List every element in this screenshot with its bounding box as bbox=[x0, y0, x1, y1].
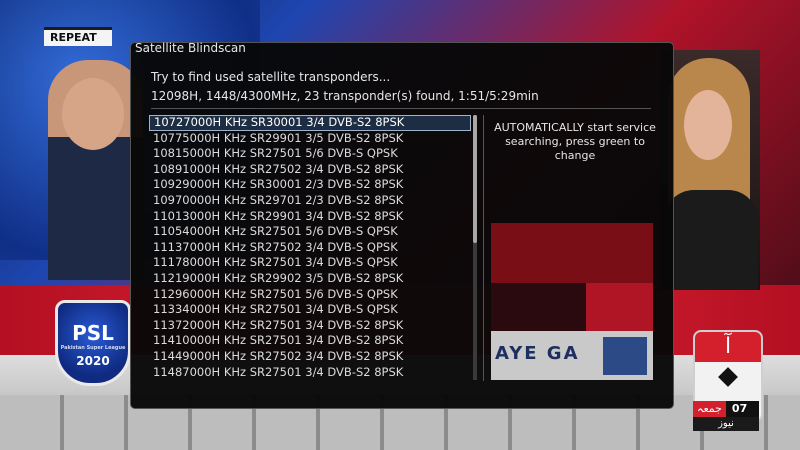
repeat-badge: REPEAT bbox=[44, 27, 112, 46]
preview-banner-text: AYE GA bbox=[495, 343, 580, 364]
transponder-row[interactable]: 11372000H KHz SR27501 3/4 DVB-S2 8PSK bbox=[149, 318, 471, 334]
channel-logo-mid bbox=[695, 362, 761, 392]
diamond-icon bbox=[718, 367, 738, 387]
psl-logo-year: 2020 bbox=[76, 354, 110, 368]
list-scrollbar-thumb[interactable] bbox=[473, 115, 477, 243]
transponder-row-selected[interactable]: 10727000H KHz SR30001 3/4 DVB-S2 8PSK bbox=[149, 115, 471, 131]
transponder-row[interactable]: 11334000H KHz SR27501 3/4 DVB-S QPSK bbox=[149, 302, 471, 318]
transponder-row[interactable]: 11054000H KHz SR27501 5/6 DVB-S QPSK bbox=[149, 224, 471, 240]
scan-message: Try to find used satellite transponders.… bbox=[151, 70, 391, 84]
transponder-row[interactable]: 10775000H KHz SR29901 3/5 DVB-S2 8PSK bbox=[149, 131, 471, 147]
transponder-row[interactable]: 11487000H KHz SR27501 3/4 DVB-S2 8PSK bbox=[149, 365, 471, 381]
header-divider bbox=[151, 108, 651, 109]
transponder-row[interactable]: 11013000H KHz SR29901 3/4 DVB-S2 8PSK bbox=[149, 209, 471, 225]
clock-day: جمعہ bbox=[693, 401, 726, 417]
panel-divider bbox=[483, 115, 484, 381]
male-presenter-head bbox=[62, 78, 124, 150]
transponder-row[interactable]: 10815000H KHz SR27501 5/6 DVB-S QPSK bbox=[149, 146, 471, 162]
transponder-row[interactable]: 11178000H KHz SR27501 3/4 DVB-S QPSK bbox=[149, 255, 471, 271]
dialog-title: Satellite Blindscan bbox=[135, 41, 246, 55]
psl-logo-text: PSL bbox=[72, 321, 114, 345]
channel-logo-top: آ bbox=[695, 332, 761, 362]
channel-clock: جمعہ07 17 bbox=[693, 401, 759, 431]
transponder-row[interactable]: 10929000H KHz SR30001 2/3 DVB-S2 8PSK bbox=[149, 177, 471, 193]
transponder-row[interactable]: 10970000H KHz SR29701 2/3 DVB-S2 8PSK bbox=[149, 193, 471, 209]
transponder-row[interactable]: 11449000H KHz SR27502 3/4 DVB-S2 8PSK bbox=[149, 349, 471, 365]
psl-logo: PSL Pakistan Super League 2020 bbox=[55, 300, 131, 386]
female-presenter-body bbox=[664, 190, 758, 290]
transponder-row[interactable]: 11137000H KHz SR27502 3/4 DVB-S QPSK bbox=[149, 240, 471, 256]
transponder-row[interactable]: 10891000H KHz SR27502 3/4 DVB-S2 8PSK bbox=[149, 162, 471, 178]
scan-status: 12098H, 1448/4300MHz, 23 transponder(s) … bbox=[151, 89, 539, 103]
info-text: AUTOMATICALLY start service searching, p… bbox=[494, 121, 656, 162]
transponder-row[interactable]: 11410000H KHz SR27501 3/4 DVB-S2 8PSK bbox=[149, 333, 471, 349]
psl-logo-subtext: Pakistan Super League bbox=[60, 345, 126, 351]
transponder-list[interactable]: 10727000H KHz SR30001 3/4 DVB-S2 8PSK 107… bbox=[149, 115, 471, 380]
female-presenter-face bbox=[684, 90, 732, 160]
channel-name-label: نیوز bbox=[693, 417, 759, 431]
transponder-row[interactable]: 11219000H KHz SR29902 3/5 DVB-S2 8PSK bbox=[149, 271, 471, 287]
video-preview: AYE GA bbox=[491, 223, 653, 380]
blindscan-dialog: Satellite Blindscan Try to find used sat… bbox=[130, 41, 674, 409]
transponder-row[interactable]: 11296000H KHz SR27501 5/6 DVB-S QPSK bbox=[149, 287, 471, 303]
